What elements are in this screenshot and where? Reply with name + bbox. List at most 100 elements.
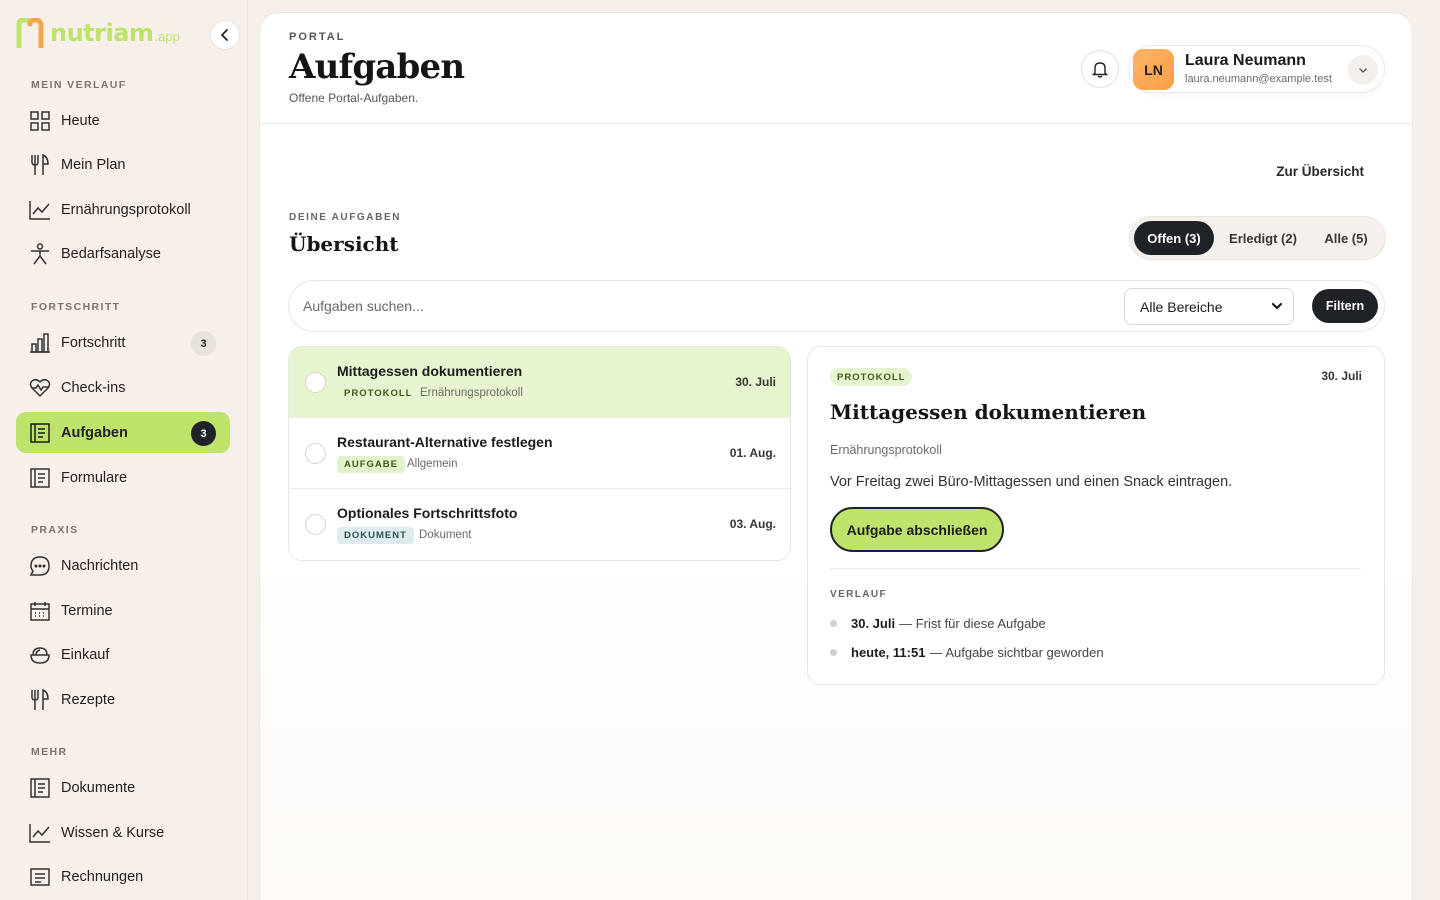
chevron-down-icon (1359, 68, 1367, 73)
logo-mark-icon (16, 18, 44, 48)
sidebar-item-aufgaben[interactable]: Aufgaben 3 (16, 412, 230, 453)
avatar: LN (1133, 49, 1174, 90)
section-eyebrow: DEINE AUFGABEN (289, 212, 402, 223)
sidebar-item-wissen-kurse[interactable]: Wissen & Kurse (16, 812, 230, 853)
complete-task-button[interactable]: Aufgabe abschließen (830, 507, 1004, 552)
detail-tag: PROTOKOLL (830, 368, 913, 386)
sidebar-item-heute[interactable]: Heute (16, 100, 230, 141)
divider (830, 568, 1361, 569)
bar-chart-icon (29, 332, 51, 354)
task-checkbox[interactable] (305, 514, 326, 535)
task-row[interactable]: Restaurant-Alternative festlegen AUFGABE… (289, 418, 790, 489)
task-title: Restaurant-Alternative festlegen (337, 434, 553, 450)
task-list: Mittagessen dokumentieren PROTOKOLL Ernä… (288, 346, 791, 561)
bullet-dot-icon (830, 649, 837, 656)
sidebar-item-bedarfsanalyse[interactable]: Bedarfsanalyse (16, 233, 230, 274)
sidebar-item-einkauf[interactable]: Einkauf (16, 634, 230, 675)
sidebar-item-label: Aufgaben (61, 424, 128, 441)
sidebar-item-mein-plan[interactable]: Mein Plan (16, 144, 230, 185)
grid-icon (29, 110, 51, 132)
collapse-sidebar-button[interactable] (210, 20, 240, 50)
count-badge: 3 (191, 421, 216, 446)
page-eyebrow: PORTAL (289, 31, 346, 43)
task-date: 03. Aug. (729, 517, 776, 531)
filter-button[interactable]: Filtern (1312, 289, 1378, 323)
page-title: Aufgaben (289, 47, 465, 87)
sidebar-item-label: Dokumente (61, 779, 136, 796)
brand-suffix: .app (154, 29, 180, 44)
sidebar-item-label: Nachrichten (61, 557, 139, 574)
brand-name: nutriam (50, 19, 154, 47)
task-category: Ernährungsprotokoll (420, 387, 523, 399)
form-icon (29, 467, 51, 489)
chat-icon (29, 555, 51, 577)
sidebar-item-dokumente[interactable]: Dokumente (16, 767, 230, 808)
search-input[interactable] (303, 291, 1103, 321)
sidebar-item-label: Mein Plan (61, 156, 126, 173)
section-title: Übersicht (289, 232, 399, 256)
notifications-button[interactable] (1081, 50, 1119, 88)
task-checkbox[interactable] (305, 443, 326, 464)
sidebar-item-label: Ernährungsprotokoll (61, 201, 191, 218)
nav-section-label: FORTSCHRITT (31, 301, 121, 313)
task-list-icon (29, 422, 51, 444)
history-text: — Frist für diese Aufgabe (899, 616, 1046, 631)
tab-alle[interactable]: Alle (5) (1312, 221, 1380, 255)
task-category: Allgemein (407, 458, 458, 470)
count-badge: 3 (191, 331, 216, 356)
chevron-left-icon (221, 29, 228, 41)
sidebar-item-label: Einkauf (61, 646, 110, 663)
bullet-dot-icon (830, 620, 837, 627)
task-row[interactable]: Optionales Fortschrittsfoto DOKUMENT Dok… (289, 489, 790, 560)
detail-date: 30. Juli (1321, 369, 1362, 383)
history-item: 30. Juli — Frist für diese Aufgabe (830, 616, 1046, 631)
status-tabs: Offen (3) Erledigt (2) Alle (5) (1129, 216, 1386, 260)
sidebar-item-label: Fortschritt (61, 334, 126, 351)
sidebar-item-label: Wissen & Kurse (61, 824, 165, 841)
sidebar-item-formulare[interactable]: Formulare (16, 457, 230, 498)
search-bar: Alle Bereiche Filtern (288, 280, 1385, 332)
sidebar: nutriam .app MEIN VERLAUF Heute Mein Pla… (0, 0, 248, 900)
user-name: Laura Neumann (1185, 52, 1306, 69)
user-menu-toggle[interactable] (1348, 55, 1378, 85)
tab-erledigt[interactable]: Erledigt (2) (1218, 221, 1308, 255)
task-row[interactable]: Mittagessen dokumentieren PROTOKOLL Ernä… (289, 347, 790, 418)
sidebar-item-ernaehrungsprotokoll[interactable]: Ernährungsprotokoll (16, 189, 230, 230)
cutlery-icon (29, 153, 51, 176)
sidebar-item-label: Check-ins (61, 379, 126, 396)
back-to-overview-link[interactable]: Zur Übersicht (1276, 164, 1364, 179)
chart-line-icon (29, 199, 51, 221)
task-date: 30. Juli (735, 375, 776, 389)
sidebar-item-nachrichten[interactable]: Nachrichten (16, 545, 230, 586)
heart-pulse-icon (29, 377, 51, 399)
main-panel: PORTAL Aufgaben Offene Portal-Aufgaben. … (259, 12, 1413, 900)
nav-section-label: MEIN VERLAUF (31, 79, 127, 91)
chevron-down-icon (1272, 303, 1282, 309)
sidebar-item-rezepte[interactable]: Rezepte (16, 679, 230, 720)
user-menu[interactable]: LN Laura Neumann laura.neumann@example.t… (1129, 45, 1385, 93)
history-when: 30. Juli (851, 616, 896, 631)
tab-offen[interactable]: Offen (3) (1134, 221, 1214, 255)
area-select[interactable]: Alle Bereiche (1124, 288, 1294, 325)
task-date: 01. Aug. (729, 446, 776, 460)
detail-description: Vor Freitag zwei Büro-Mittagessen und ei… (830, 474, 1233, 490)
task-detail-panel: PROTOKOLL 30. Juli Mittagessen dokumenti… (807, 346, 1385, 685)
sidebar-item-termine[interactable]: Termine (16, 590, 230, 631)
sidebar-item-label: Formulare (61, 469, 128, 486)
brand-logo[interactable]: nutriam .app (16, 18, 180, 48)
sidebar-item-fortschritt[interactable]: Fortschritt 3 (16, 322, 230, 363)
sidebar-item-label: Rezepte (61, 691, 116, 708)
sidebar-item-rechnungen[interactable]: Rechnungen (16, 856, 230, 897)
nav-section-label: MEHR (31, 746, 68, 758)
sidebar-item-check-ins[interactable]: Check-ins (16, 367, 230, 408)
task-checkbox[interactable] (305, 372, 326, 393)
page-header: PORTAL Aufgaben Offene Portal-Aufgaben. … (260, 13, 1412, 124)
detail-category: Ernährungsprotokoll (830, 443, 942, 457)
area-select-value: Alle Bereiche (1140, 298, 1223, 315)
history-item: heute, 11:51 — Aufgabe sichtbar geworden (830, 645, 1104, 660)
user-email: laura.neumann@example.test (1185, 73, 1332, 85)
history-label: VERLAUF (830, 589, 888, 600)
task-tag: AUFGABE (337, 456, 405, 473)
task-category: Dokument (419, 529, 472, 541)
calendar-icon (29, 600, 51, 622)
